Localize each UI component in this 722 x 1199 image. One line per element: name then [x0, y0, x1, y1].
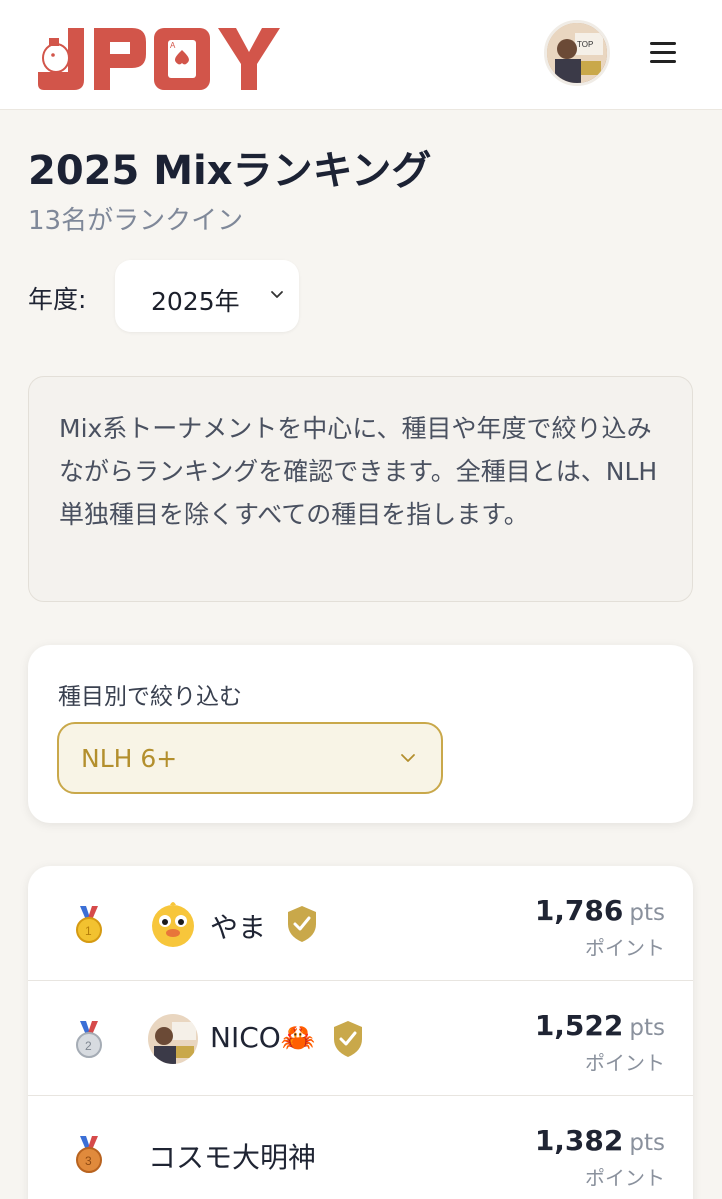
year-select-value: 2025年: [151, 287, 240, 316]
svg-text:1: 1: [85, 924, 92, 938]
event-filter-value: NLH 6+: [81, 744, 178, 773]
svg-text:A: A: [170, 41, 176, 50]
points-value: 1,786: [534, 894, 624, 927]
svg-text:3: 3: [85, 1154, 92, 1168]
verified-badge-icon: [288, 906, 316, 942]
svg-text:2: 2: [85, 1039, 92, 1053]
player-avatar: [148, 899, 198, 949]
chevron-down-icon: [401, 754, 415, 762]
gold-medal-icon: 1: [76, 906, 102, 943]
points-label: ポイント: [585, 1166, 665, 1190]
info-box: Mix系トーナメントを中心に、種目や年度で絞り込みながらランキングを確認できます…: [28, 376, 693, 602]
ranking-row[interactable]: 3 コスモ大明神 1,382 pts ポイント: [28, 1096, 693, 1199]
event-filter-card: 種目別で絞り込む NLH 6+: [28, 645, 693, 823]
chevron-down-icon: [271, 291, 283, 298]
jpoy-logo[interactable]: A: [34, 14, 292, 94]
points-value: 1,522: [534, 1009, 624, 1042]
player-points: 1,786 pts: [535, 894, 665, 927]
app-header: A TOP: [0, 0, 722, 110]
hamburger-menu-icon[interactable]: [646, 38, 680, 68]
player-name[interactable]: コスモ大明神: [148, 1136, 316, 1176]
event-filter-select[interactable]: NLH 6+: [57, 722, 443, 794]
player-points: 1,522 pts: [535, 1009, 665, 1042]
points-value: 1,382: [534, 1124, 624, 1157]
points-unit: pts: [629, 1130, 665, 1156]
ranking-row[interactable]: 2 NICO🦀 1,522 pts ポイント: [28, 981, 693, 1096]
ranking-row[interactable]: 1 やま 1,786 pts ポイント: [28, 866, 693, 981]
points-label: ポイント: [585, 1051, 665, 1075]
year-label: 年度:: [28, 285, 87, 314]
ranking-list: 1 やま 1,786 pts ポイント 2 NICO🦀 1,522 pts ポイ…: [28, 866, 693, 1199]
year-select[interactable]: 2025年: [115, 260, 299, 332]
player-name[interactable]: NICO🦀: [210, 1021, 316, 1054]
points-label: ポイント: [585, 936, 665, 960]
verified-badge-icon: [334, 1021, 362, 1057]
player-points: 1,382 pts: [535, 1124, 665, 1157]
svg-text:TOP: TOP: [577, 40, 593, 49]
bronze-medal-icon: 3: [76, 1136, 102, 1173]
player-avatar: [148, 1014, 198, 1064]
player-name[interactable]: やま: [210, 906, 266, 946]
page-title: 2025 Mixランキング: [28, 148, 432, 194]
points-unit: pts: [629, 900, 665, 926]
info-text: Mix系トーナメントを中心に、種目や年度で絞り込みながらランキングを確認できます…: [59, 414, 658, 529]
ranked-count: 13名がランクイン: [28, 206, 244, 236]
silver-medal-icon: 2: [76, 1021, 102, 1058]
user-avatar[interactable]: TOP: [544, 20, 610, 86]
points-unit: pts: [629, 1015, 665, 1041]
event-filter-label: 種目別で絞り込む: [58, 684, 242, 710]
